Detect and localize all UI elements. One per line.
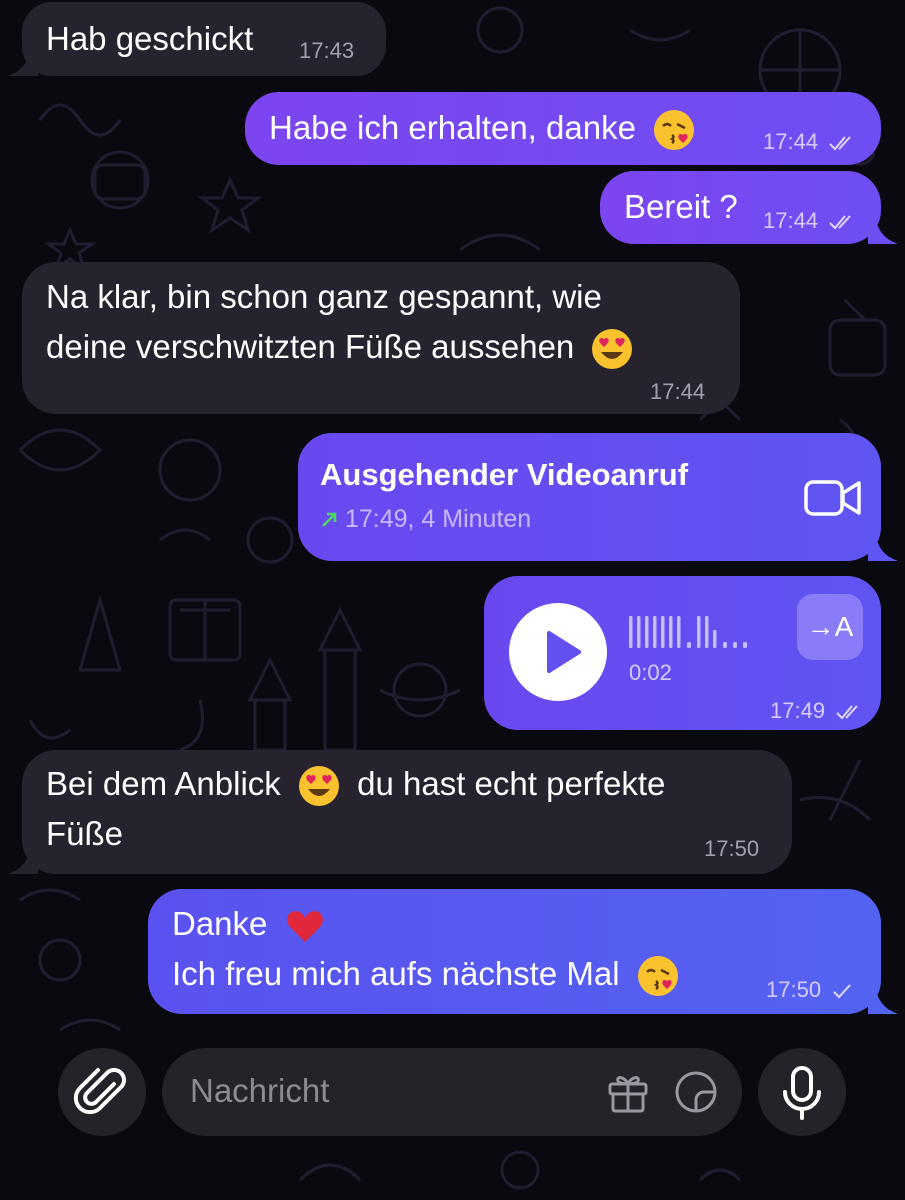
message-incoming[interactable]: Hab geschickt 17:43 — [22, 2, 386, 76]
message-text-line: Bei dem Anblick du hast echt perfekte — [46, 759, 665, 809]
message-time: 17:43 — [299, 38, 355, 63]
red-heart-emoji — [286, 911, 323, 943]
message-time-text: 17:49 — [770, 698, 826, 723]
message-time: 17:44 — [650, 379, 706, 404]
message-text-line: Na klar, bin schon ganz gespannt, wie — [46, 278, 602, 315]
voice-message[interactable]: 0:02 →A 17:49 — [484, 576, 881, 730]
voice-record-button[interactable] — [758, 1048, 846, 1136]
kissing-face-emoji — [654, 110, 695, 151]
bubble-tail — [8, 850, 38, 874]
bubble-tail — [868, 537, 898, 561]
gift-icon[interactable] — [604, 1068, 652, 1116]
message-text: Hab geschickt — [46, 20, 254, 57]
message-text-body: Habe ich erhalten, danke — [269, 109, 636, 146]
double-check-icon — [829, 215, 851, 230]
heart-eyes-emoji — [298, 766, 339, 807]
message-outgoing[interactable]: Habe ich erhalten, danke 17:44 — [245, 92, 881, 165]
double-check-icon — [829, 136, 851, 151]
message-text-line: Ich freu mich aufs nächste Mal — [172, 949, 679, 999]
message-input[interactable]: Nachricht — [162, 1048, 742, 1136]
outgoing-arrow-icon — [322, 512, 337, 527]
message-text: Habe ich erhalten, danke — [269, 103, 695, 153]
call-title: Ausgehender Videoanruf — [320, 457, 689, 492]
message-incoming[interactable]: Na klar, bin schon ganz gespannt, wie de… — [22, 262, 740, 414]
message-text: Bereit ? — [624, 188, 738, 225]
message-text-body: Danke — [172, 905, 268, 942]
bubble-tail — [868, 220, 898, 244]
message-text-body: Bei dem Anblick — [46, 765, 281, 802]
message-text-line: deine verschwitzten Füße aussehen — [46, 322, 633, 372]
message-text-line: Füße — [46, 815, 124, 852]
voice-duration: 0:02 — [629, 660, 672, 685]
message-time: 17:50 — [766, 977, 853, 1003]
waveform — [629, 616, 747, 648]
message-text-body: deine verschwitzten Füße aussehen — [46, 328, 575, 365]
message-outgoing[interactable]: Bereit ? 17:44 — [600, 171, 881, 244]
outgoing-video-call-message[interactable]: Ausgehender Videoanruf 17:49, 4 Minuten — [298, 433, 881, 561]
double-check-icon — [836, 705, 858, 720]
microphone-icon — [783, 1066, 821, 1120]
video-camera-icon[interactable] — [803, 477, 863, 519]
paperclip-icon — [73, 1068, 126, 1115]
attach-button[interactable] — [58, 1048, 146, 1136]
message-time: 17:49 — [770, 698, 863, 724]
message-time-text: 17:44 — [763, 129, 819, 154]
sticker-icon[interactable] — [672, 1068, 720, 1116]
message-outgoing[interactable]: Danke Ich freu mich aufs nächste Mal 17:… — [148, 889, 881, 1014]
message-time-text: 17:50 — [766, 977, 822, 1002]
message-time: 17:44 — [763, 208, 856, 234]
message-incoming[interactable]: Bei dem Anblick du hast echt perfekte Fü… — [22, 750, 792, 874]
message-text-body: du hast echt perfekte — [357, 765, 666, 802]
message-time-text: 17:44 — [763, 208, 819, 233]
transcribe-button[interactable]: →A — [797, 594, 863, 660]
heart-eyes-emoji — [592, 329, 633, 370]
message-text-body: Ich freu mich aufs nächste Mal — [172, 955, 620, 992]
call-details: 17:49, 4 Minuten — [320, 505, 531, 534]
bubble-tail — [8, 52, 38, 76]
message-input-placeholder: Nachricht — [190, 1072, 330, 1109]
play-button[interactable] — [509, 603, 607, 701]
check-icon — [833, 984, 851, 999]
call-details-text: 17:49, 4 Minuten — [344, 505, 532, 533]
message-time: 17:50 — [704, 836, 760, 861]
message-time: 17:44 — [763, 129, 856, 155]
message-text-line: Danke — [172, 899, 325, 949]
kissing-face-emoji — [637, 956, 678, 997]
play-icon — [547, 631, 581, 673]
bubble-tail — [868, 990, 898, 1014]
